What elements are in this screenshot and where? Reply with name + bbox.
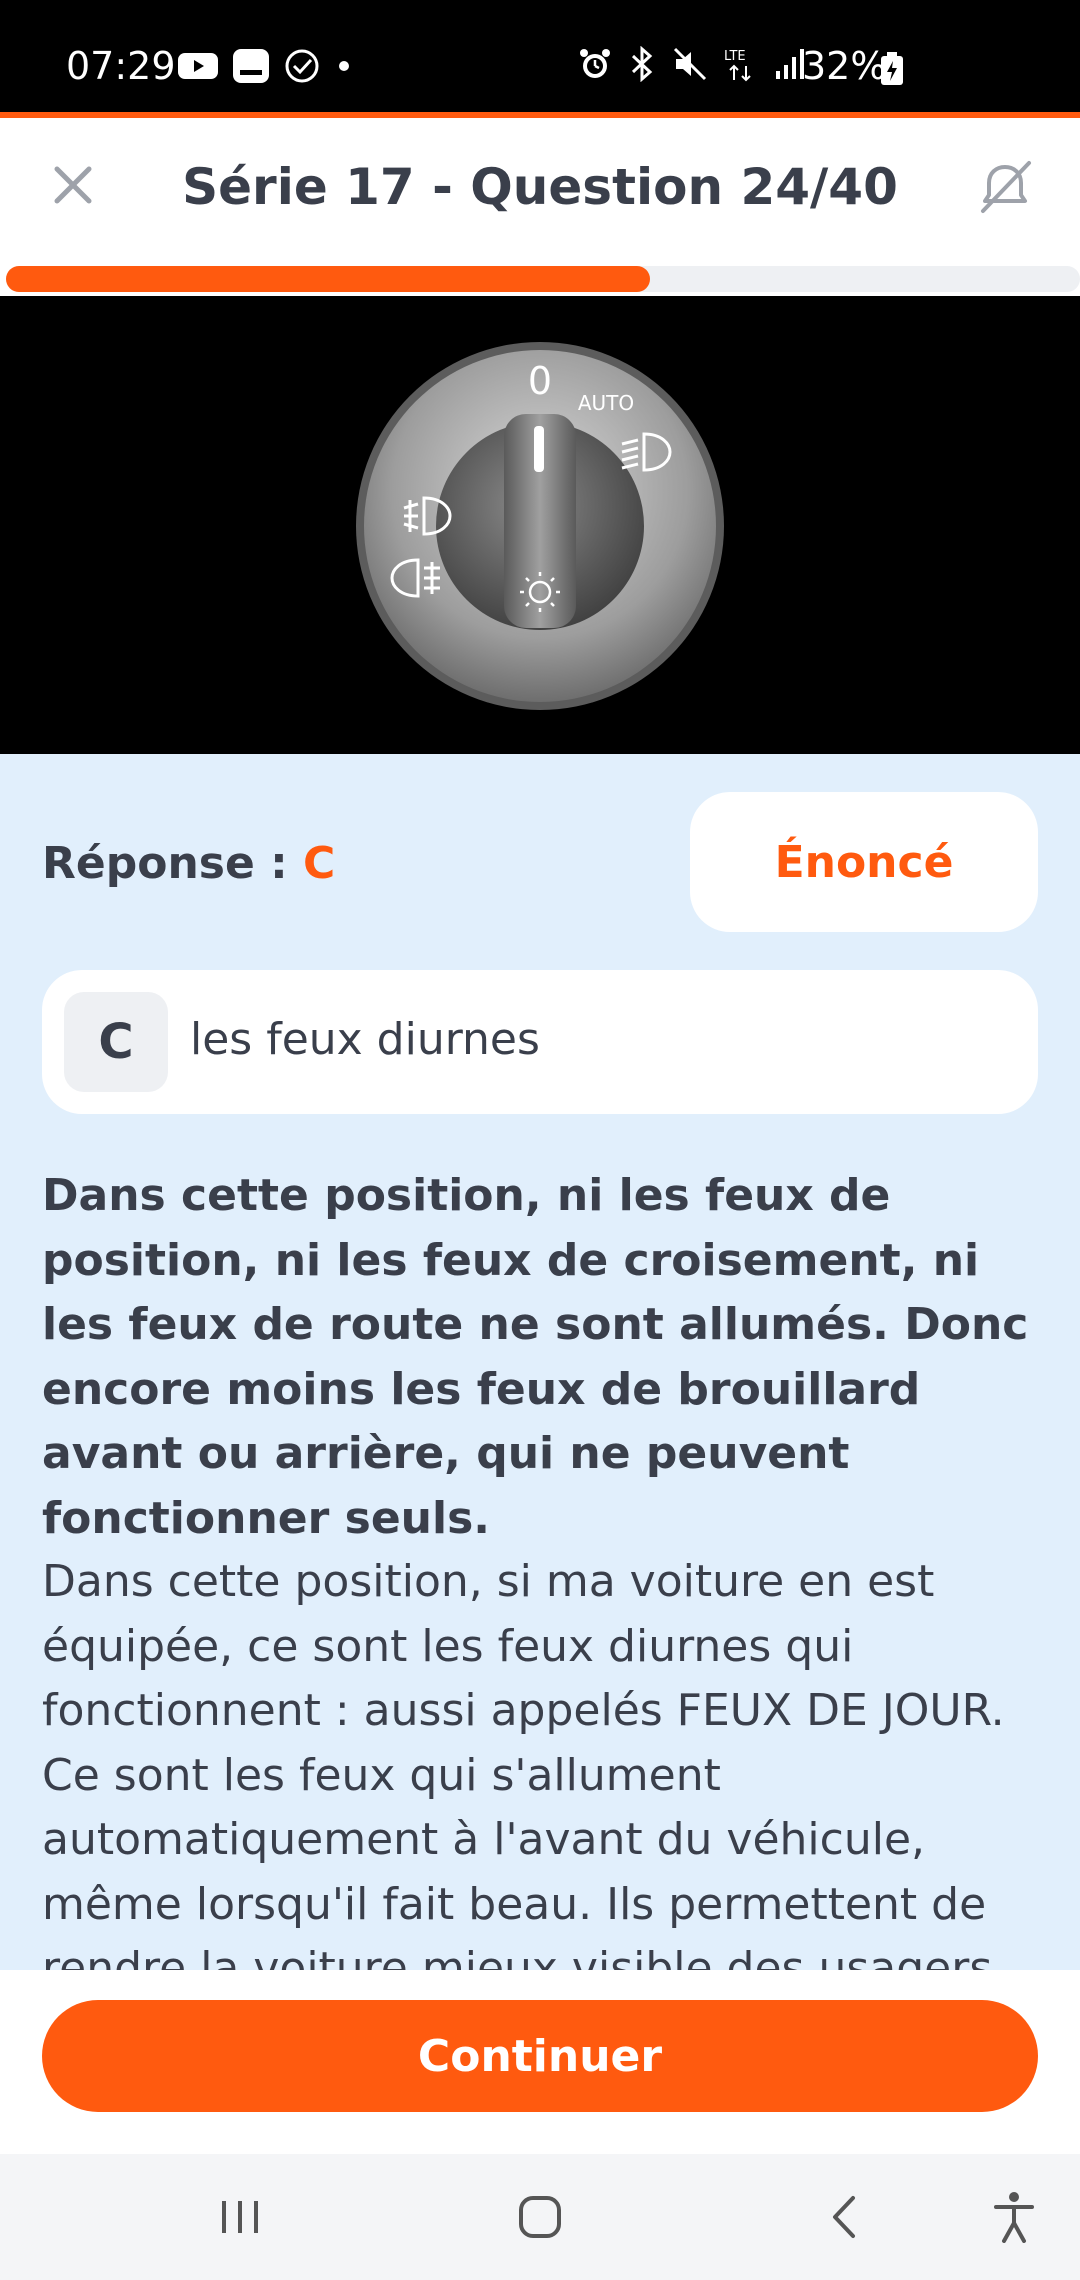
- answer-label-text: Réponse :: [42, 838, 304, 889]
- footer: Continuer: [0, 1970, 1080, 2154]
- answer-panel: Réponse : C Énoncé C les feux diurnes Da…: [0, 754, 1080, 1970]
- svg-text:LTE: LTE: [724, 49, 746, 64]
- sound-toggle-button[interactable]: [970, 152, 1040, 222]
- status-right-icons: LTE: [578, 46, 806, 82]
- bluetooth-icon: [631, 46, 653, 82]
- home-button[interactable]: [500, 2184, 580, 2250]
- status-time: 07:29: [66, 44, 176, 88]
- choice-card: C les feux diurnes: [42, 970, 1038, 1114]
- check-circle-icon: [285, 49, 319, 83]
- lte-icon: LTE: [724, 49, 751, 82]
- sound-off-icon: [981, 161, 1031, 213]
- recent-apps-button[interactable]: [200, 2184, 280, 2250]
- youtube-icon: [178, 53, 218, 79]
- progress-bar: [6, 266, 1080, 292]
- message-icon: [233, 49, 269, 83]
- progress-fill: [6, 266, 651, 292]
- continue-button[interactable]: Continuer: [42, 2000, 1038, 2112]
- dial-label-auto: AUTO: [578, 391, 634, 415]
- choice-letter: C: [64, 992, 168, 1092]
- accessibility-icon: [994, 2192, 1034, 2243]
- mute-icon: [673, 47, 707, 81]
- status-left-icons: [178, 48, 354, 84]
- light-switch-dial: 0 AUTO: [356, 342, 724, 710]
- system-nav-bar: [0, 2154, 1080, 2280]
- explanation-bold: Dans cette position, ni les feux de posi…: [42, 1170, 1029, 1544]
- dot-icon: [339, 61, 349, 71]
- dial-label-zero: 0: [528, 359, 552, 403]
- back-icon: [833, 2196, 855, 2238]
- page-title: Série 17 - Question 24/40: [182, 158, 898, 216]
- answer-letter: C: [303, 838, 336, 889]
- alarm-icon: [580, 49, 610, 78]
- battery-icon: [881, 52, 903, 85]
- status-bar: 07:29 LTE 32%: [0, 0, 1080, 112]
- choice-text: les feux diurnes: [190, 1014, 540, 1065]
- question-image: 0 AUTO: [0, 296, 1080, 754]
- answer-label: Réponse : C: [42, 838, 335, 889]
- explanation-text: Dans cette position, si ma voiture en es…: [42, 1556, 1005, 1970]
- back-button[interactable]: [804, 2184, 884, 2250]
- accessibility-button[interactable]: [974, 2184, 1054, 2250]
- enonce-button[interactable]: Énoncé: [690, 792, 1038, 932]
- battery-percent: 32%: [802, 44, 887, 88]
- header: Série 17 - Question 24/40: [0, 118, 1080, 258]
- recent-apps-icon: [222, 2201, 258, 2233]
- home-icon: [519, 2196, 561, 2238]
